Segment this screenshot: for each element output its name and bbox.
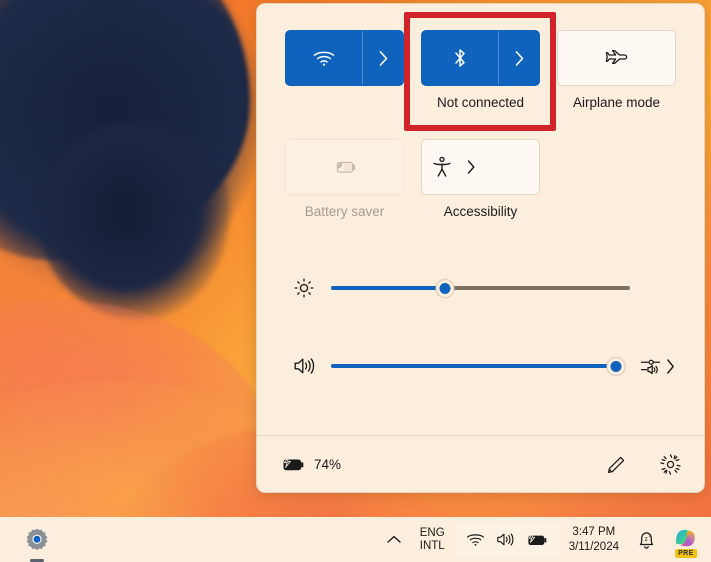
tile-row-1: Not connected Airplane mode bbox=[285, 30, 676, 111]
taskbar-item-settings[interactable] bbox=[16, 519, 58, 562]
desktop-screen: Not connected Airplane mode Battery save… bbox=[0, 0, 711, 562]
clock-date: 3/11/2024 bbox=[568, 540, 619, 553]
wallpaper-shape-navy-2 bbox=[40, 120, 230, 320]
tile-row-2: Battery saver Accessibility bbox=[285, 139, 676, 220]
wifi-tile-toggle[interactable] bbox=[286, 31, 363, 85]
volume-icon bbox=[495, 531, 516, 548]
system-tray: ENG INTL 3:47 PM 3/11/2024 z z PRE bbox=[378, 517, 711, 562]
tile-col-accessibility: Accessibility bbox=[421, 139, 540, 220]
language-indicator[interactable]: ENG INTL bbox=[410, 527, 455, 553]
chevron-right-icon bbox=[466, 159, 476, 175]
taskbar: ENG INTL 3:47 PM 3/11/2024 z z PRE bbox=[0, 517, 711, 562]
quick-settings-tiles: Not connected Airplane mode Battery save… bbox=[257, 4, 704, 388]
bluetooth-tile-toggle[interactable] bbox=[422, 31, 499, 85]
bell-sleep-icon: z z bbox=[636, 529, 657, 550]
battery-charging-icon bbox=[526, 532, 549, 548]
wifi-tile-chevron[interactable] bbox=[363, 31, 403, 85]
volume-slider-fill bbox=[331, 364, 616, 369]
accessibility-tile-chevron[interactable] bbox=[454, 140, 488, 194]
settings-gear-icon bbox=[23, 526, 51, 554]
chevron-right-icon bbox=[378, 50, 389, 67]
chevron-right-icon bbox=[665, 358, 676, 375]
tile-col-wifi bbox=[285, 30, 404, 111]
brightness-slider-row bbox=[291, 266, 676, 310]
pencil-icon[interactable] bbox=[605, 454, 627, 476]
bluetooth-icon bbox=[452, 47, 468, 69]
quick-settings-panel: Not connected Airplane mode Battery save… bbox=[256, 3, 705, 493]
brightness-icon bbox=[291, 277, 317, 299]
brightness-slider[interactable] bbox=[331, 278, 630, 298]
language-line-2: INTL bbox=[419, 539, 445, 552]
copilot-preview-badge: PRE bbox=[675, 548, 697, 558]
brightness-slider-thumb[interactable] bbox=[435, 278, 455, 298]
volume-slider-row bbox=[291, 344, 676, 388]
volume-slider[interactable] bbox=[331, 356, 626, 376]
copilot-button[interactable]: PRE bbox=[665, 520, 705, 560]
taskbar-clock[interactable]: 3:47 PM 3/11/2024 bbox=[560, 525, 628, 553]
airplane-icon bbox=[605, 47, 629, 69]
accessibility-icon bbox=[430, 155, 454, 179]
tile-col-battery-saver: Battery saver bbox=[285, 139, 404, 220]
taskbar-active-indicator bbox=[30, 558, 44, 562]
gear-icon[interactable] bbox=[659, 453, 682, 476]
airplane-mode-tile[interactable] bbox=[557, 30, 676, 86]
accessibility-tile[interactable] bbox=[421, 139, 540, 196]
bluetooth-tile-chevron[interactable] bbox=[499, 31, 539, 85]
bluetooth-tile-label: Not connected bbox=[436, 95, 525, 110]
brightness-slider-fill bbox=[331, 286, 445, 291]
wifi-tile[interactable] bbox=[285, 30, 404, 86]
clock-time: 3:47 PM bbox=[572, 526, 616, 539]
tray-overflow-button[interactable] bbox=[378, 520, 410, 560]
quick-settings-footer: 74% bbox=[257, 436, 704, 493]
tray-status-icons[interactable] bbox=[454, 522, 560, 557]
volume-slider-thumb[interactable] bbox=[606, 356, 626, 376]
chevron-up-icon bbox=[386, 534, 402, 545]
battery-saver-tile-toggle[interactable] bbox=[286, 140, 403, 194]
accessibility-tile-label: Accessibility bbox=[443, 204, 518, 220]
battery-saver-tile-label: Battery saver bbox=[304, 204, 385, 220]
volume-icon bbox=[291, 355, 317, 377]
taskbar-pinned-apps bbox=[0, 519, 58, 562]
audio-output-switch-icon bbox=[640, 356, 662, 376]
language-line-1: ENG bbox=[419, 526, 445, 539]
tile-rows-spacer bbox=[285, 111, 676, 139]
battery-charging-icon bbox=[281, 456, 306, 473]
airplane-mode-tile-label: Airplane mode bbox=[572, 95, 661, 110]
notification-button[interactable]: z z bbox=[628, 520, 665, 560]
footer-actions bbox=[605, 453, 682, 476]
wifi-icon bbox=[466, 532, 485, 548]
airplane-mode-tile-toggle[interactable] bbox=[558, 31, 675, 85]
audio-output-switcher[interactable] bbox=[640, 356, 676, 376]
chevron-right-icon bbox=[514, 50, 525, 67]
accessibility-tile-toggle[interactable] bbox=[422, 140, 454, 194]
battery-status[interactable]: 74% bbox=[281, 456, 341, 473]
sliders-section bbox=[285, 266, 676, 388]
svg-text:z: z bbox=[644, 536, 647, 543]
tile-col-empty bbox=[557, 139, 676, 220]
tile-col-bluetooth: Not connected bbox=[421, 30, 540, 111]
battery-percent-label: 74% bbox=[314, 457, 342, 472]
bluetooth-tile[interactable] bbox=[421, 30, 540, 86]
battery-saver-tile[interactable] bbox=[285, 139, 404, 196]
tile-col-airplane-mode: Airplane mode bbox=[557, 30, 676, 111]
wifi-icon bbox=[312, 48, 336, 68]
battery-saver-icon bbox=[332, 158, 358, 176]
